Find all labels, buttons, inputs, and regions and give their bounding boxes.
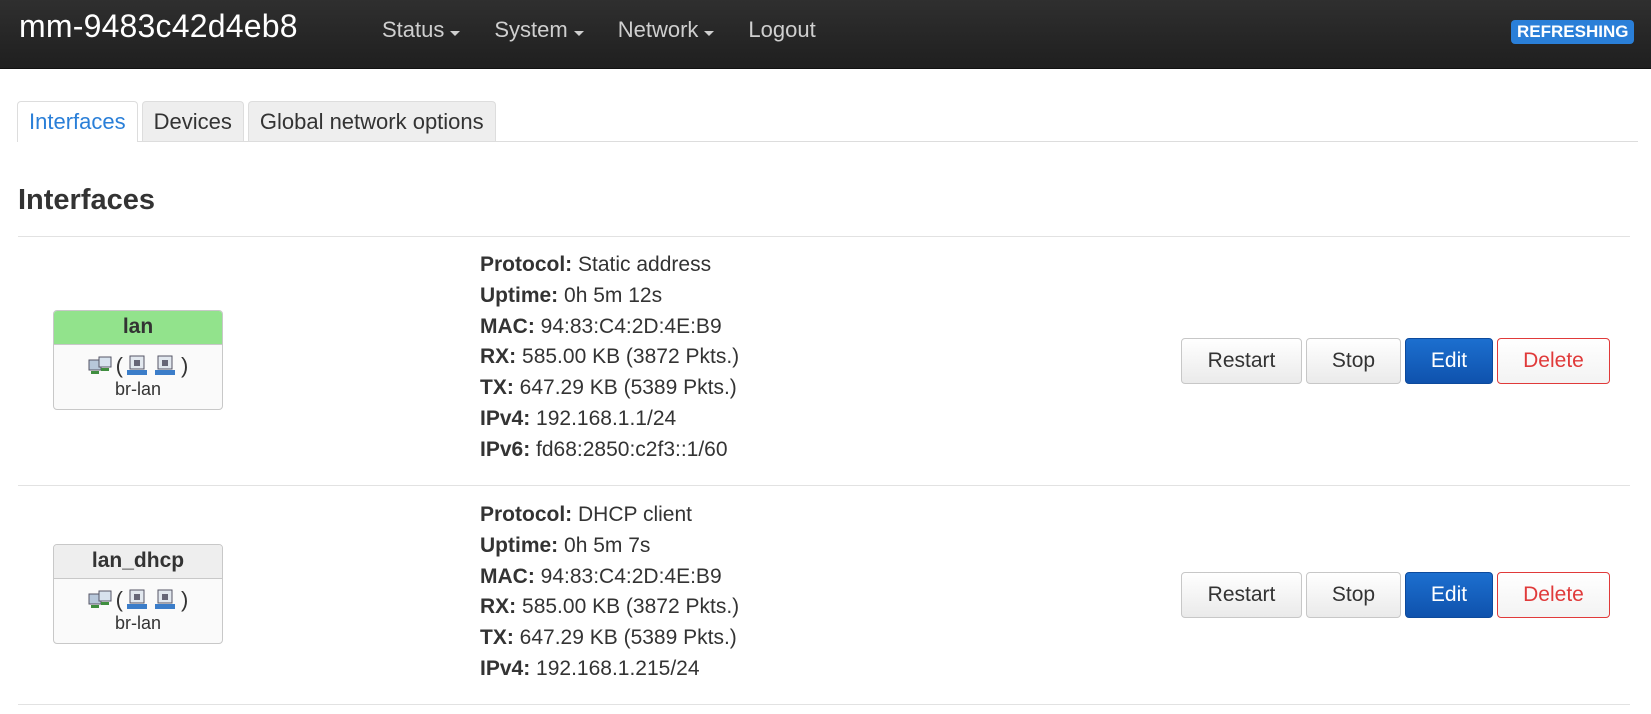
page-title: Interfaces [18, 184, 156, 216]
paren-close: ) [181, 353, 189, 378]
ethernet-port-icon [124, 588, 152, 612]
edit-button[interactable]: Edit [1405, 338, 1493, 384]
info-uptime: Uptime: 0h 5m 7s [480, 533, 651, 557]
row-divider [18, 485, 1630, 486]
hostname-brand[interactable]: mm-9483c42d4eb8 [19, 8, 298, 45]
ethernet-port-icon [124, 354, 152, 378]
interface-name: lan [54, 311, 222, 345]
ethernet-port-icon [152, 588, 180, 612]
interface-actions-lan-dhcp: Restart Stop Edit Delete [1181, 572, 1614, 618]
stop-button[interactable]: Stop [1306, 572, 1401, 618]
info-rx: RX: 585.00 KB (3872 Pkts.) [480, 345, 740, 369]
menu-system[interactable]: System [477, 0, 600, 68]
chevron-down-icon [704, 30, 715, 36]
info-protocol: Protocol: Static address [480, 253, 712, 276]
interface-actions-lan: Restart Stop Edit Delete [1181, 338, 1614, 384]
network-bridge-icon [87, 354, 115, 378]
info-ipv4: IPv4: 192.168.1.1/24 [480, 406, 677, 430]
delete-button[interactable]: Delete [1497, 572, 1610, 618]
interface-icons: ( ) [54, 585, 222, 615]
edit-button[interactable]: Edit [1405, 572, 1493, 618]
paren-open: ( [115, 587, 123, 612]
top-navbar: mm-9483c42d4eb8 Status System Network Lo… [0, 0, 1651, 69]
tab-bar: Interfaces Devices Global network option… [17, 100, 1638, 142]
ethernet-port-icon [152, 354, 180, 378]
interface-badge-lan: lan ( ) br-lan [53, 310, 223, 410]
info-mac: MAC: 94:83:C4:2D:4E:B9 [480, 314, 722, 338]
interface-info-lan: Protocol: Static address Uptime: 0h 5m 1… [480, 250, 739, 466]
menu-network-label: Network [617, 17, 699, 42]
chevron-down-icon [450, 30, 461, 36]
interface-device: br-lan [114, 379, 162, 399]
interface-device: br-lan [114, 613, 162, 633]
chevron-down-icon [573, 30, 584, 36]
paren-open: ( [115, 353, 123, 378]
info-uptime: Uptime: 0h 5m 12s [480, 283, 663, 307]
delete-button[interactable]: Delete [1497, 338, 1610, 384]
interface-icons: ( ) [54, 351, 222, 381]
tab-devices[interactable]: Devices [141, 101, 244, 141]
menu-logout-label: Logout [748, 17, 816, 42]
interface-info-lan-dhcp: Protocol: DHCP client Uptime: 0h 5m 7s M… [480, 500, 739, 685]
restart-button[interactable]: Restart [1181, 338, 1302, 384]
info-mac: MAC: 94:83:C4:2D:4E:B9 [480, 564, 722, 588]
divider [18, 236, 1630, 237]
refreshing-badge[interactable]: REFRESHING [1511, 20, 1635, 44]
menu-status[interactable]: Status [365, 0, 477, 68]
info-ipv4: IPv4: 192.168.1.215/24 [480, 656, 700, 680]
info-tx: TX: 647.29 KB (5389 Pkts.) [480, 376, 737, 400]
main-menu: Status System Network Logout [365, 0, 833, 68]
restart-button[interactable]: Restart [1181, 572, 1302, 618]
row-divider [18, 704, 1630, 705]
paren-close: ) [181, 587, 189, 612]
stop-button[interactable]: Stop [1306, 338, 1401, 384]
network-bridge-icon [87, 588, 115, 612]
info-protocol: Protocol: DHCP client [480, 503, 692, 526]
info-tx: TX: 647.29 KB (5389 Pkts.) [480, 626, 737, 650]
info-rx: RX: 585.00 KB (3872 Pkts.) [480, 595, 740, 619]
menu-logout[interactable]: Logout [731, 0, 832, 68]
interface-name: lan_dhcp [54, 545, 222, 579]
info-ipv6: IPv6: fd68:2850:c2f3::1/60 [480, 437, 728, 461]
menu-system-label: System [494, 17, 568, 42]
menu-network[interactable]: Network [601, 0, 732, 68]
tab-interfaces[interactable]: Interfaces [17, 101, 138, 142]
interface-badge-lan-dhcp: lan_dhcp ( ) br-lan [53, 544, 223, 644]
tab-global-network-options[interactable]: Global network options [247, 101, 496, 141]
menu-status-label: Status [382, 17, 445, 42]
